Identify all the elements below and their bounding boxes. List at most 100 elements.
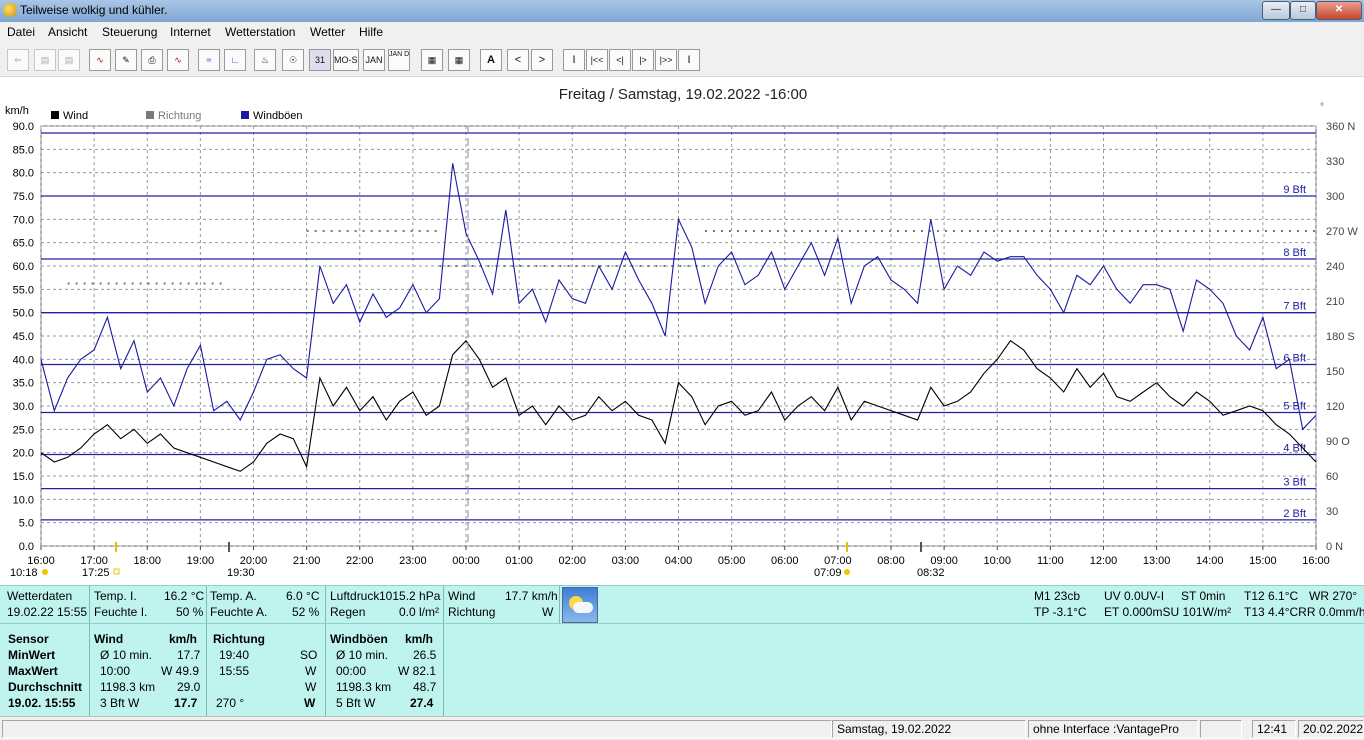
x-tick-label: 14:00: [1196, 555, 1224, 567]
close-icon[interactable]: ✕: [1316, 1, 1362, 20]
sun-event-1: 10:18: [10, 567, 38, 579]
month-view-button[interactable]: JAN: [363, 49, 385, 71]
beaufort-label: 6 Bft: [1283, 352, 1306, 364]
regen-value: 0.0 l/m²: [399, 605, 440, 619]
sensor-stats-panel: Sensor MinWert MaxWert Durchschnitt 19.0…: [0, 623, 1364, 717]
x-tick-label: 23:00: [399, 555, 427, 567]
prev-button[interactable]: <: [507, 49, 529, 71]
feuchte-i-label: Feuchte I.: [94, 605, 148, 619]
menu-wetter[interactable]: Wetter: [310, 25, 345, 39]
y2-tick-label: 270 W: [1326, 226, 1358, 238]
sun-event-4: 07:09: [814, 567, 842, 579]
gust-min-time: Ø 10 min.: [336, 648, 389, 662]
minimize-icon[interactable]: —: [1262, 1, 1290, 20]
y2-tick-label: 360 N: [1326, 121, 1355, 133]
status-bar: Samstag, 19.02.2022 ohne Interface :Vant…: [0, 716, 1364, 740]
y-tick-label: 40.0: [13, 354, 34, 366]
x-tick-label: 08:00: [877, 555, 905, 567]
wr-value: WR 270°: [1309, 589, 1358, 603]
sun-event-3: 19:30: [227, 567, 255, 579]
fast-back-button[interactable]: |<<: [586, 49, 608, 71]
temp-a-label: Temp. A.: [210, 589, 257, 603]
richtung-min-value: SO: [300, 648, 318, 662]
graph-icon[interactable]: ∿: [89, 49, 111, 71]
x-tick-label: 02:00: [558, 555, 586, 567]
status-interface: ohne Interface :VantagePro: [1028, 720, 1198, 738]
luftdruck-value: 1015.2 hPa: [379, 589, 441, 603]
y2-tick-label: 300: [1326, 191, 1344, 203]
print-icon[interactable]: ⎙: [141, 49, 163, 71]
multi-graph-icon[interactable]: ≈: [198, 49, 220, 71]
t12-value: T12 6.1°C: [1244, 589, 1299, 603]
axis-graph-icon[interactable]: ∟: [224, 49, 246, 71]
status-time: 12:41: [1252, 720, 1296, 738]
gust-header: Windböen: [330, 632, 388, 646]
chart-line-icon[interactable]: ∿: [167, 49, 189, 71]
y-axis-unit: km/h: [5, 105, 29, 117]
richtung-value: W: [542, 605, 554, 619]
y-tick-label: 35.0: [13, 378, 34, 390]
step-back-button[interactable]: <|: [609, 49, 631, 71]
start-button[interactable]: I: [563, 49, 585, 71]
menu-datei[interactable]: Datei: [7, 25, 35, 39]
fast-forward-button[interactable]: |>>: [655, 49, 677, 71]
menu-hilfe[interactable]: Hilfe: [359, 25, 383, 39]
minmax-icon[interactable]: ▦: [448, 49, 470, 71]
x-tick-label: 04:00: [665, 555, 693, 567]
day-view-button[interactable]: 31: [309, 49, 331, 71]
richtung-current-value: W: [304, 696, 316, 710]
step-forward-button[interactable]: |>: [632, 49, 654, 71]
maximize-icon[interactable]: □: [1290, 1, 1316, 20]
y2-tick-label: 150: [1326, 366, 1344, 378]
status-blank: [1200, 720, 1242, 738]
save-all-icon[interactable]: ▤: [58, 49, 80, 71]
menu-internet[interactable]: Internet: [170, 25, 211, 39]
divider: [325, 624, 326, 717]
y-tick-label: 30.0: [13, 401, 34, 413]
richtung-header: Richtung: [213, 632, 265, 646]
gust-max-time: 00:00: [336, 664, 367, 678]
row-label: Durchschnitt: [8, 680, 83, 694]
y2-tick-label: 60: [1326, 471, 1338, 483]
temperature-icon[interactable]: ♨: [254, 49, 276, 71]
et-value: ET 0.000mSU 101W/m²: [1104, 605, 1232, 619]
divider: [89, 624, 90, 717]
year-view-button[interactable]: JAN DEC: [388, 49, 410, 71]
legend-gusts-swatch: [241, 111, 249, 119]
x-tick-label: 10:00: [983, 555, 1011, 567]
y2-tick-label: 240: [1326, 261, 1344, 273]
richtung-avg-value: W: [305, 680, 317, 694]
wind-current-value: 17.7: [174, 696, 198, 710]
x-tick-label: 00:00: [452, 555, 480, 567]
menu-ansicht[interactable]: Ansicht: [48, 25, 87, 39]
x-tick-label: 17:00: [80, 555, 108, 567]
next-button[interactable]: >: [531, 49, 553, 71]
weather-forecast-icon[interactable]: [562, 587, 598, 623]
menu-steuerung[interactable]: Steuerung: [102, 25, 157, 39]
y-tick-label: 10.0: [13, 494, 34, 506]
window-title: Teilweise wolkig und kühler.: [20, 3, 168, 17]
auto-button[interactable]: A: [480, 49, 502, 71]
edit-table-icon[interactable]: ✎: [115, 49, 137, 71]
beaufort-label: 7 Bft: [1283, 301, 1306, 313]
status-today: 20.02.2022: [1298, 720, 1364, 738]
undo-icon[interactable]: ⇐: [7, 49, 29, 71]
legend-direction-swatch: [146, 111, 154, 119]
wind-label: Wind: [448, 589, 476, 603]
x-tick-label: 09:00: [930, 555, 958, 567]
wind-current-bft: 3 Bft W: [100, 696, 140, 710]
wind-value: 17.7 km/h: [505, 589, 558, 603]
x-tick-label: 16:00: [27, 555, 55, 567]
y-tick-label: 90.0: [13, 121, 34, 133]
menu-wetterstation[interactable]: Wetterstation: [225, 25, 295, 39]
table-view-icon[interactable]: ▦: [421, 49, 443, 71]
save-icon[interactable]: ▤: [34, 49, 56, 71]
x-tick-label: 19:00: [187, 555, 215, 567]
end-button[interactable]: I: [678, 49, 700, 71]
st-value: ST 0min: [1181, 589, 1226, 603]
menu-bar: Datei Ansicht Steuerung Internet Wetters…: [0, 22, 1364, 42]
week-view-button[interactable]: MO-SU: [333, 49, 359, 71]
compass-icon[interactable]: ☉: [282, 49, 304, 71]
y2-tick-label: 0 N: [1326, 541, 1343, 553]
x-tick-label: 15:00: [1249, 555, 1277, 567]
